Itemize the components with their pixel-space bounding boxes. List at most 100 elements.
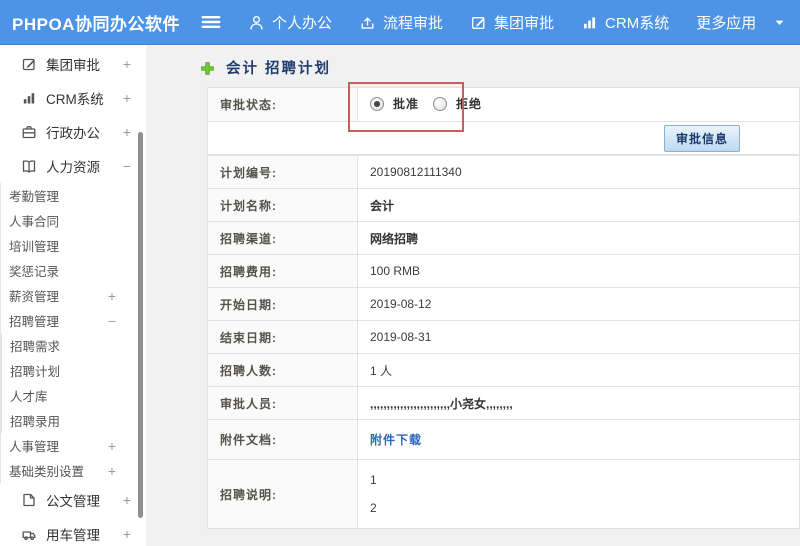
top-nav-label: 集团审批 [494,14,555,32]
sidebar-item-label: 用车管理 [46,528,100,543]
app-title: PHPOA协同办公软件 [12,14,180,34]
chart-icon [584,16,596,28]
sidebar-item-label: 人才库 [10,390,48,404]
sidebar-item-基础类别设置[interactable]: 基础类别设置 + [1,458,146,483]
sidebar-item-label: 培训管理 [9,240,60,254]
row-label: 计划编号: [207,155,358,189]
plus-icon [201,62,214,76]
sidebar-item-label: 公文管理 [46,494,100,509]
approval-status-table: 审批状态: 批准 拒绝 审批信息 [207,87,800,155]
sidebar-item-label: 人力资源 [46,160,100,175]
radio-selected-icon[interactable] [370,96,384,111]
sidebar-item-人力资源[interactable]: 人力资源 − [0,149,146,183]
row-label: 审批人员: [207,386,358,420]
radio-option-label: 拒绝 [456,97,483,112]
row-value: 2019-08-12 [357,287,800,321]
sidebar-scrollbar-thumb[interactable] [138,132,143,518]
row-value: 2019-08-31 [357,320,800,354]
row-label: 招聘渠道: [207,221,358,255]
expand-icon[interactable]: + [123,90,131,106]
sidebar-item-奖惩记录[interactable]: 奖惩记录 [1,258,146,283]
sidebar-item-人才库[interactable]: 人才库 [2,383,146,408]
top-nav-item-1[interactable]: 个人办公 [248,12,332,33]
top-nav-item-2[interactable]: 流程审批 [359,12,443,33]
row-value: 网络招聘 [357,221,800,255]
expand-icon[interactable]: + [108,438,116,454]
table-row: 附件文档: 附件下载 [207,419,800,460]
car-icon [22,531,36,541]
sidebar-item-label: 人事合同 [9,215,60,229]
radio-unselected-icon[interactable] [433,96,448,111]
recruit-plan-detail-table: 计划编号: 20190812111340 计划名称: 会计 招聘渠道: 网络招聘 招聘费用:… [207,155,800,529]
row-label: 结束日期: [207,320,358,354]
sidebar-item-招聘管理[interactable]: 招聘管理 − [1,308,146,333]
row-value: 1 人 [357,353,800,387]
row-label: 招聘说明: [207,459,358,529]
description-line: 2 [370,501,377,515]
sidebar-item-人事合同[interactable]: 人事合同 [1,208,146,233]
top-nav: 个人办公 流程审批 集团审批 CRM系统 更多应用 [248,12,788,33]
row-label: 招聘费用: [207,254,358,288]
sidebar-item-用车管理[interactable]: 用车管理 + [0,517,146,546]
top-nav-item-3[interactable]: 集团审批 [470,12,554,33]
approval-status-label: 审批状态: [207,87,358,122]
row-value: 100 RMB [357,254,800,288]
sidebar-item-人事管理[interactable]: 人事管理 + [1,433,146,458]
chart-icon [23,93,35,104]
sidebar-item-label: 考勤管理 [9,190,60,204]
main-content: 会计 招聘计划 审批状态: 批准 拒绝 审批信息 计划编号: 20190812111… [146,45,800,546]
sidebar-item-label: CRM系统 [46,92,104,107]
sidebar-item-招聘计划[interactable]: 招聘计划 [2,358,146,383]
top-nav-item-5[interactable]: 更多应用 [696,12,788,33]
top-bar: PHPOA协同办公软件 个人办公 流程审批 集团审批 CRM系统 更多应用 [0,0,800,45]
table-row: 招聘渠道: 网络招聘 [207,221,800,255]
sidebar-item-label: 薪资管理 [9,290,60,304]
expand-icon[interactable]: + [123,492,131,508]
table-row: 开始日期: 2019-08-12 [207,287,800,321]
menu-toggle-button[interactable] [200,11,222,33]
row-label: 附件文档: [207,419,358,460]
sidebar-item-薪资管理[interactable]: 薪资管理 + [1,283,146,308]
doc-icon [23,493,35,507]
expand-icon[interactable]: + [108,288,116,304]
approval-info-button[interactable]: 审批信息 [663,124,740,152]
sidebar-item-集团审批[interactable]: 集团审批 + [0,47,146,81]
approval-radio-option-2[interactable]: 拒绝 [433,95,482,112]
collapse-icon[interactable]: − [108,313,116,329]
table-row: 结束日期: 2019-08-31 [207,320,800,354]
table-row: 招聘说明: 1 2 [207,459,800,529]
row-value: 附件下载 [357,419,800,460]
sidebar-item-招聘录用[interactable]: 招聘录用 [2,408,146,433]
approval-radio-option-1[interactable]: 批准 [370,95,419,112]
top-nav-label: 流程审批 [383,14,444,32]
expand-icon[interactable]: + [123,526,131,542]
sidebar-item-label: 招聘需求 [10,340,61,354]
sidebar-item-CRM系统[interactable]: CRM系统 + [0,81,146,115]
row-value: 20190812111340 [357,155,800,189]
sidebar-item-招聘需求[interactable]: 招聘需求 [2,333,146,358]
briefcase-icon [22,126,36,139]
add-icon[interactable] [200,60,215,76]
sidebar-item-label: 招聘录用 [10,415,61,429]
sidebar-item-label: 集团审批 [46,58,100,73]
sidebar-item-公文管理[interactable]: 公文管理 + [0,483,146,517]
sidebar-item-label: 人事管理 [9,440,60,454]
sidebar-item-考勤管理[interactable]: 考勤管理 [1,183,146,208]
expand-icon[interactable]: + [123,56,131,72]
sidebar-item-培训管理[interactable]: 培训管理 [1,233,146,258]
user-icon [250,15,263,30]
menu-icon [201,15,221,29]
approval-status-options: 批准 拒绝 [357,87,800,122]
top-nav-item-4[interactable]: CRM系统 [581,12,669,33]
collapse-icon[interactable]: − [123,158,131,174]
book-icon [22,160,36,173]
table-row: 招聘费用: 100 RMB [207,254,800,288]
sidebar-item-行政办公[interactable]: 行政办公 + [0,115,146,149]
sidebar-item-label: 招聘管理 [9,315,60,329]
attachment-download-link[interactable]: 附件下载 [370,433,422,447]
top-nav-label: 个人办公 [272,14,333,32]
table-row: 招聘人数: 1 人 [207,353,800,387]
expand-icon[interactable]: + [108,463,116,479]
sidebar-tree: 集团审批 + CRM系统 + 行政办公 + 人力资源 − 考勤管理 人事合同 培训管理 奖惩记录 薪资管… [0,45,146,546]
expand-icon[interactable]: + [123,124,131,140]
